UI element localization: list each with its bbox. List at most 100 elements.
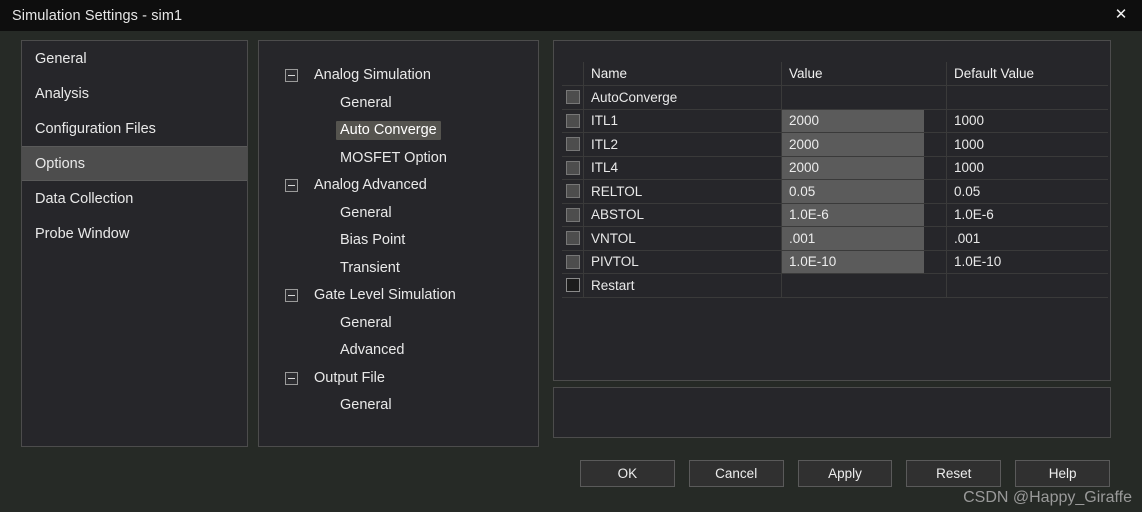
apply-button[interactable]: Apply — [797, 460, 893, 487]
sidebar-item-configuration-files[interactable]: Configuration Files — [22, 111, 247, 146]
tree-item-label: Output File — [314, 369, 385, 386]
button-label: Apply — [828, 466, 862, 481]
minus-box-icon[interactable] — [285, 371, 298, 385]
settings-category-list: General Analysis Configuration Files Option… — [21, 40, 248, 447]
title-bar: Simulation Settings - sim1 ✕ — [0, 0, 1142, 31]
row-checkbox[interactable] — [565, 90, 580, 105]
table-row[interactable]: VNTOL .001 .001 — [562, 227, 1108, 251]
cell-value-text: 2000 — [789, 113, 820, 129]
dialog-button-bar: OK Cancel Apply Reset Help — [580, 460, 1110, 487]
row-checkbox-cell — [562, 156, 584, 179]
minus-box-icon[interactable] — [285, 289, 298, 303]
sidebar-item-label: Probe Window — [35, 225, 130, 242]
row-checkbox-cell — [562, 133, 584, 156]
cancel-button[interactable]: Cancel — [688, 460, 784, 487]
tree-item-analog-simulation[interactable]: Analog Simulation — [259, 62, 538, 90]
options-table: Name Value Default Value AutoConverge ITL1 20… — [562, 62, 1108, 298]
column-header-label: Value — [789, 66, 823, 81]
watermark: CSDN @Happy_Giraffe — [963, 489, 1132, 506]
tree-item-general[interactable]: General — [259, 310, 538, 338]
cell-value-text: 1.0E-10 — [789, 254, 837, 270]
row-checkbox-cell — [562, 109, 584, 132]
button-label: Cancel — [715, 466, 758, 481]
cell-value[interactable]: 2000 — [782, 133, 947, 156]
tree-item-label: Bias Point — [340, 232, 406, 249]
row-checkbox[interactable] — [565, 254, 580, 269]
tree-item-label: General — [340, 314, 392, 331]
tree-item-transient[interactable]: Transient — [259, 255, 538, 283]
sidebar-item-label: Data Collection — [35, 190, 134, 207]
close-icon[interactable]: ✕ — [1106, 1, 1136, 27]
sidebar-item-options[interactable]: Options — [22, 146, 247, 181]
row-checkbox[interactable] — [565, 231, 580, 246]
column-header[interactable]: Name — [584, 62, 782, 85]
options-table-panel: Name Value Default Value AutoConverge ITL1 20… — [553, 40, 1111, 381]
cell-name: ITL1 — [584, 109, 782, 132]
row-checkbox[interactable] — [565, 160, 580, 175]
cell-value[interactable]: 2000 — [782, 109, 947, 132]
tree-item-advanced[interactable]: Advanced — [259, 337, 538, 365]
row-checkbox-cell — [562, 274, 584, 297]
cell-name: ITL4 — [584, 156, 782, 179]
cell-name: ABSTOL — [584, 203, 782, 226]
column-header[interactable]: Value — [782, 62, 947, 85]
tree-item-bias-point[interactable]: Bias Point — [259, 227, 538, 255]
cell-value[interactable]: 0.05 — [782, 180, 947, 203]
table-row[interactable]: ITL4 2000 1000 — [562, 156, 1108, 180]
table-row[interactable]: ITL1 2000 1000 — [562, 109, 1108, 133]
tree-item-mosfet-option[interactable]: MOSFET Option — [259, 145, 538, 173]
cell-value[interactable]: 1.0E-10 — [782, 250, 947, 273]
cell-value[interactable]: 1.0E-6 — [782, 203, 947, 226]
row-checkbox[interactable] — [565, 207, 580, 222]
table-row[interactable]: PIVTOL 1.0E-10 1.0E-10 — [562, 250, 1108, 274]
sidebar-item-data-collection[interactable]: Data Collection — [22, 181, 247, 216]
cell-value[interactable] — [782, 274, 947, 297]
cell-default-value: 1000 — [954, 113, 985, 129]
tree-item-label: Gate Level Simulation — [314, 287, 456, 304]
row-checkbox-cell — [562, 180, 584, 203]
table-row[interactable]: ABSTOL 1.0E-6 1.0E-6 — [562, 203, 1108, 227]
column-header-label: Name — [591, 66, 628, 81]
cell-default-value — [947, 274, 1108, 297]
tree-item-label: MOSFET Option — [340, 149, 447, 166]
sidebar-item-general[interactable]: General — [22, 41, 247, 76]
help-button[interactable]: Help — [1015, 460, 1110, 487]
sidebar-item-probe-window[interactable]: Probe Window — [22, 216, 247, 251]
cell-value-text: .001 — [789, 230, 816, 246]
table-row[interactable]: AutoConverge — [562, 86, 1108, 110]
tree-item-auto-converge[interactable]: Auto Converge — [259, 117, 538, 145]
reset-button[interactable]: Reset — [906, 460, 1002, 487]
row-checkbox[interactable] — [565, 137, 580, 152]
tree-item-analog-advanced[interactable]: Analog Advanced — [259, 172, 538, 200]
tree-item-output-file[interactable]: Output File — [259, 365, 538, 393]
cell-value-text: 0.05 — [789, 183, 816, 199]
table-row[interactable]: Restart — [562, 274, 1108, 298]
tree-item-general[interactable]: General — [259, 200, 538, 228]
tree-item-label: Auto Converge — [336, 121, 441, 141]
tree-item-general[interactable]: General — [259, 392, 538, 420]
cell-value[interactable]: .001 — [782, 227, 947, 250]
window-title: Simulation Settings - sim1 — [12, 7, 183, 24]
sidebar-item-analysis[interactable]: Analysis — [22, 76, 247, 111]
cell-value-text: 2000 — [789, 160, 820, 176]
table-header-check — [562, 62, 584, 85]
cell-value[interactable] — [782, 86, 947, 109]
column-header[interactable]: Default Value — [947, 62, 1108, 85]
minus-box-icon[interactable] — [285, 69, 298, 83]
row-checkbox-cell — [562, 227, 584, 250]
row-checkbox[interactable] — [565, 184, 580, 199]
ok-button[interactable]: OK — [580, 460, 675, 487]
dialog-body: General Analysis Configuration Files Option… — [0, 31, 1142, 512]
cell-default-value: 0.05 — [954, 183, 981, 199]
button-label: Help — [1048, 466, 1077, 481]
table-row[interactable]: RELTOL 0.05 0.05 — [562, 180, 1108, 204]
tree-item-gate-level-simulation[interactable]: Gate Level Simulation — [259, 282, 538, 310]
tree-item-label: Analog Advanced — [314, 177, 427, 194]
tree-item-general[interactable]: General — [259, 90, 538, 118]
table-row[interactable]: ITL2 2000 1000 — [562, 133, 1108, 157]
minus-box-icon[interactable] — [285, 179, 298, 193]
cell-value[interactable]: 2000 — [782, 156, 947, 179]
cell-name: RELTOL — [584, 180, 782, 203]
row-checkbox[interactable] — [565, 113, 580, 128]
row-checkbox[interactable] — [565, 278, 580, 293]
